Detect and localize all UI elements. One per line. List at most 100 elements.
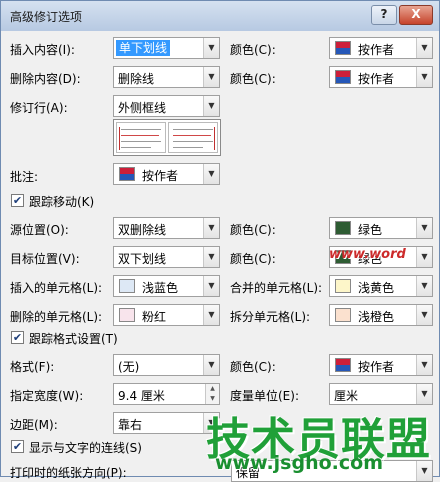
insertions-color-select[interactable]: 按作者 ▼ — [329, 37, 433, 59]
formatting-select[interactable]: (无) ▼ — [113, 354, 220, 376]
spinner-arrows-icon[interactable]: ▲ ▼ — [205, 384, 219, 404]
watermark-small: www.word — [329, 247, 406, 262]
chevron-down-icon: ▼ — [416, 247, 432, 267]
insertions-color-label: 颜色(C): — [230, 43, 276, 57]
preferred-width-label: 指定宽度(W): — [10, 389, 84, 403]
margin-label: 边距(M): — [10, 418, 58, 432]
insertions-color-value: 按作者 — [358, 43, 395, 57]
track-moves-label: 跟踪移动(K) — [29, 195, 95, 209]
margin-select[interactable]: 靠右 ▼ — [113, 412, 220, 434]
formatting-label: 格式(F): — [10, 360, 55, 374]
deleted-cells-select[interactable]: 粉红 ▼ — [113, 304, 220, 326]
formatting-color-label: 颜色(C): — [230, 360, 276, 374]
insertions-value: 单下划线 — [116, 40, 171, 56]
chevron-down-icon: ▼ — [203, 247, 219, 267]
merged-cells-label: 合并的单元格(L): — [230, 281, 323, 295]
moved-from-color-value: 绿色 — [358, 223, 383, 237]
changed-lines-select[interactable]: 外侧框线 ▼ — [113, 95, 220, 117]
chevron-down-icon: ▼ — [203, 218, 219, 238]
chevron-down-icon: ▼ — [416, 67, 432, 87]
merged-cells-select[interactable]: 浅黄色 ▼ — [329, 275, 433, 297]
track-formatting-checkbox[interactable]: ✔ — [11, 331, 24, 344]
track-formatting-label: 跟踪格式设置(T) — [29, 332, 118, 346]
author-color-swatch-icon — [335, 358, 351, 372]
chevron-down-icon: ▼ — [416, 305, 432, 325]
insertions-label: 插入内容(I): — [10, 43, 75, 57]
preview-line — [121, 129, 161, 130]
close-button[interactable]: X — [399, 5, 433, 25]
chevron-down-icon: ▼ — [203, 38, 219, 58]
chevron-down-icon: ▼ — [203, 355, 219, 375]
comments-color-select[interactable]: 按作者 ▼ — [113, 163, 220, 185]
show-lines-checkbox[interactable]: ✔ — [11, 440, 24, 453]
measure-in-value: 厘米 — [334, 389, 359, 403]
chevron-down-icon: ▼ — [416, 355, 432, 375]
preview-line — [173, 147, 203, 148]
formatting-value: (无) — [118, 360, 140, 374]
changed-lines-label: 修订行(A): — [10, 101, 68, 115]
moved-from-select[interactable]: 双删除线 ▼ — [113, 217, 220, 239]
preview-page-right — [168, 122, 218, 153]
split-cells-value: 浅橙色 — [358, 310, 395, 324]
moved-from-color-select[interactable]: 绿色 ▼ — [329, 217, 433, 239]
author-color-swatch-icon — [335, 41, 351, 55]
moved-to-label: 目标位置(V): — [10, 252, 80, 266]
deletions-color-value: 按作者 — [358, 72, 395, 86]
light-orange-swatch-icon — [335, 308, 351, 322]
changed-lines-value: 外侧框线 — [118, 101, 167, 115]
comments-color-value: 按作者 — [142, 169, 179, 183]
preview-line — [173, 129, 213, 130]
split-cells-label: 拆分单元格(L): — [230, 310, 311, 324]
show-lines-label: 显示与文字的连线(S) — [29, 441, 142, 455]
paper-orientation-label: 打印时的纸张方向(P): — [10, 466, 127, 480]
moved-from-label: 源位置(O): — [10, 223, 69, 237]
light-blue-swatch-icon — [119, 279, 135, 293]
preview-line — [173, 141, 213, 142]
chevron-down-icon: ▼ — [416, 38, 432, 58]
moved-to-select[interactable]: 双下划线 ▼ — [113, 246, 220, 268]
chevron-down-icon: ▼ — [416, 384, 432, 404]
preferred-width-spinner[interactable]: 9.4 厘米 ▲ ▼ — [113, 383, 220, 405]
preview-line — [121, 141, 161, 142]
measure-in-select[interactable]: 厘米 ▼ — [329, 383, 433, 405]
chevron-down-icon: ▼ — [203, 305, 219, 325]
change-bar-mark — [119, 127, 120, 150]
inserted-cells-label: 插入的单元格(L): — [10, 281, 103, 295]
split-cells-select[interactable]: 浅橙色 ▼ — [329, 304, 433, 326]
chevron-down-icon: ▼ — [203, 276, 219, 296]
preview-line — [173, 135, 211, 136]
dialog-window: 高级修订选项 ? X 插入内容(I): 单下划线 ▼ 颜色(C): 按作者 ▼ … — [0, 0, 440, 482]
deleted-cells-label: 删除的单元格(L): — [10, 310, 103, 324]
chevron-down-icon: ▼ — [203, 96, 219, 116]
changed-lines-preview — [113, 119, 221, 156]
preview-line — [121, 135, 159, 136]
merged-cells-value: 浅黄色 — [358, 281, 395, 295]
help-button[interactable]: ? — [371, 5, 397, 25]
inserted-cells-select[interactable]: 浅蓝色 ▼ — [113, 275, 220, 297]
deletions-color-select[interactable]: 按作者 ▼ — [329, 66, 433, 88]
insertions-select[interactable]: 单下划线 ▼ — [113, 37, 220, 59]
pink-swatch-icon — [119, 308, 135, 322]
watermark-url: www.jsgho.com — [215, 452, 383, 474]
green-color-swatch-icon — [335, 221, 351, 235]
formatting-color-select[interactable]: 按作者 ▼ — [329, 354, 433, 376]
preview-page-left — [116, 122, 166, 153]
chevron-down-icon: ▼ — [416, 218, 432, 238]
moved-to-value: 双下划线 — [118, 252, 167, 266]
measure-in-label: 度量单位(E): — [230, 389, 299, 403]
preview-line — [121, 147, 151, 148]
moved-from-color-label: 颜色(C): — [230, 223, 276, 237]
comments-label: 批注: — [10, 170, 39, 184]
moved-from-value: 双删除线 — [118, 223, 167, 237]
inserted-cells-value: 浅蓝色 — [142, 281, 179, 295]
author-color-swatch-icon — [119, 167, 135, 181]
chevron-down-icon: ▼ — [203, 67, 219, 87]
light-yellow-swatch-icon — [335, 279, 351, 293]
track-moves-checkbox[interactable]: ✔ — [11, 194, 24, 207]
chevron-down-icon: ▼ — [416, 276, 432, 296]
moved-to-color-label: 颜色(C): — [230, 252, 276, 266]
deletions-color-label: 颜色(C): — [230, 72, 276, 86]
deleted-cells-value: 粉红 — [142, 310, 167, 324]
deletions-select[interactable]: 删除线 ▼ — [113, 66, 220, 88]
author-color-swatch-icon — [335, 70, 351, 84]
